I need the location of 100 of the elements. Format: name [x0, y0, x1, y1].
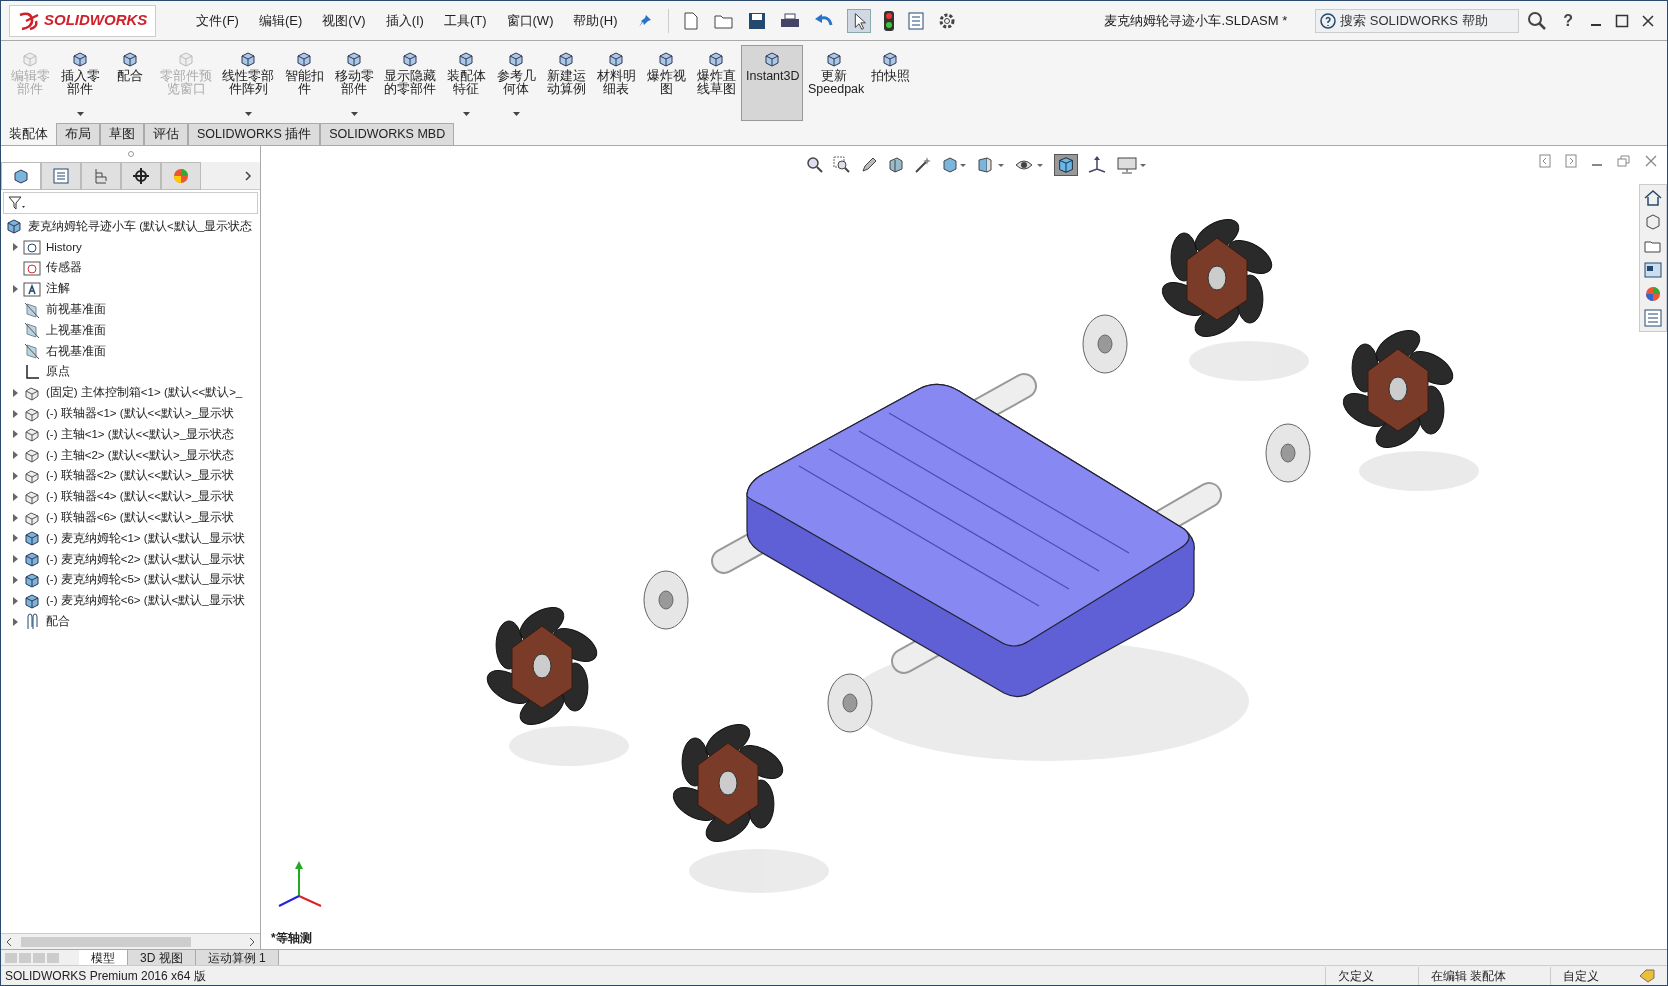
- traffic-light-icon[interactable]: [882, 9, 895, 32]
- ribbon-tab[interactable]: SOLIDWORKS 插件: [188, 123, 321, 145]
- horizontal-scrollbar-thumb[interactable]: [21, 936, 191, 947]
- section-view-icon[interactable]: [887, 156, 905, 174]
- expand-arrow-icon[interactable]: [12, 388, 18, 397]
- color-wheel-icon[interactable]: [1643, 284, 1663, 304]
- tree-item[interactable]: 右视基准面: [45, 342, 107, 360]
- display-style-icon[interactable]: [976, 156, 1006, 174]
- tree-item[interactable]: 前视基准面: [45, 300, 107, 319]
- ribbon-tab[interactable]: SOLIDWORKS MBD: [320, 123, 455, 145]
- menu-item[interactable]: 插入(I): [377, 6, 432, 35]
- expand-arrow-icon[interactable]: [12, 596, 18, 605]
- pencil-icon[interactable]: [860, 156, 878, 174]
- tree-item[interactable]: (-) 联轴器<2> (默认<<默认>_显示状: [45, 467, 236, 485]
- monitor-icon[interactable]: [1116, 156, 1148, 174]
- zoom-icon[interactable]: [806, 156, 824, 174]
- panel-icon[interactable]: [1643, 260, 1663, 280]
- property-tab[interactable]: [41, 161, 81, 190]
- expand-arrow-icon[interactable]: [12, 513, 18, 522]
- tree-item[interactable]: 麦克纳姆轮寻迹小车 (默认<默认_显示状态: [27, 217, 254, 235]
- cube-icon[interactable]: [1643, 212, 1663, 232]
- ribbon-button[interactable]: 爆炸直线草图: [691, 45, 741, 121]
- expand-arrow-icon[interactable]: [12, 409, 18, 418]
- expand-arrow-icon[interactable]: [12, 617, 18, 626]
- dimxpert-tab[interactable]: [121, 161, 161, 190]
- tree-item[interactable]: (-) 麦克纳姆轮<6> (默认<默认_显示状: [45, 592, 246, 610]
- cube-view-icon[interactable]: [941, 156, 967, 174]
- save-icon[interactable]: [746, 10, 767, 31]
- wand-icon[interactable]: [914, 156, 932, 174]
- home-icon[interactable]: [1643, 188, 1663, 208]
- axis-icon[interactable]: [1087, 155, 1107, 175]
- ribbon-button[interactable]: Instant3D: [741, 45, 803, 121]
- tag-icon[interactable]: [1639, 968, 1655, 983]
- menu-item[interactable]: 视图(V): [314, 6, 374, 35]
- expand-arrow-icon[interactable]: [12, 534, 18, 543]
- scroll-right-icon[interactable]: [248, 936, 256, 947]
- tree-item[interactable]: 配合: [45, 612, 71, 631]
- ribbon-button[interactable]: 新建运动算例: [541, 45, 591, 121]
- bottom-tab[interactable]: 运动算例 1: [195, 949, 279, 966]
- ribbon-button[interactable]: 拍快照: [865, 45, 915, 121]
- ribbon-button[interactable]: 参考几何体: [491, 45, 541, 121]
- filter-field[interactable]: [3, 192, 258, 214]
- ribbon-tab[interactable]: 评估: [144, 123, 188, 145]
- menu-item[interactable]: 工具(T): [435, 6, 495, 35]
- tree-item[interactable]: (-) 主轴<1> (默认<<默认>_显示状态: [45, 425, 236, 443]
- chevron-right-icon[interactable]: [244, 169, 252, 182]
- tree-item[interactable]: History: [45, 238, 83, 256]
- expand-arrow-icon[interactable]: [12, 575, 18, 584]
- tree-item[interactable]: (-) 麦克纳姆轮<5> (默认<默认_显示状: [45, 571, 246, 589]
- menu-item[interactable]: 窗口(W): [498, 6, 562, 35]
- expand-arrow-icon[interactable]: [12, 243, 18, 252]
- help-search-field[interactable]: 搜索 SOLIDWORKS 帮助: [1315, 8, 1520, 33]
- tree-item[interactable]: (-) 麦克纳姆轮<2> (默认<默认_显示状: [45, 550, 246, 568]
- ribbon-button[interactable]: 装配体特征: [441, 45, 491, 121]
- bottom-tab[interactable]: 模型: [79, 949, 128, 966]
- tree-item[interactable]: 上视基准面: [45, 321, 107, 339]
- pin-icon[interactable]: [637, 13, 652, 28]
- help-button[interactable]: ?: [1563, 8, 1573, 33]
- ribbon-button[interactable]: 爆炸视图: [641, 45, 691, 121]
- ribbon-button[interactable]: 移动零部件: [329, 45, 379, 121]
- tree-item[interactable]: 原点: [45, 363, 71, 381]
- tree-item[interactable]: (-) 主轴<2> (默认<<默认>_显示状态: [45, 446, 236, 464]
- expand-arrow-icon[interactable]: [12, 492, 18, 501]
- expand-arrow-icon[interactable]: [12, 555, 18, 564]
- ribbon-button[interactable]: 配合: [105, 45, 155, 121]
- ribbon-button[interactable]: 插入零部件: [55, 45, 105, 121]
- ribbon-button[interactable]: 显示隐藏的零部件: [379, 45, 441, 121]
- ribbon-tab[interactable]: 草图: [100, 123, 144, 145]
- list-icon[interactable]: [1643, 308, 1663, 328]
- app-logo[interactable]: SOLIDWORKS: [9, 4, 157, 37]
- tree-item[interactable]: (-) 麦克纳姆轮<1> (默认<默认_显示状: [45, 529, 246, 547]
- tree-item[interactable]: (-) 联轴器<1> (默认<<默认>_显示状: [45, 404, 236, 423]
- expand-arrow-icon[interactable]: [12, 284, 18, 293]
- menu-item[interactable]: 编辑(E): [250, 6, 311, 35]
- ribbon-button[interactable]: 智能扣件: [279, 45, 329, 121]
- panel-right-icon[interactable]: [1565, 154, 1577, 168]
- maximize-icon[interactable]: [1615, 13, 1629, 28]
- bottom-tab[interactable]: 3D 视图: [128, 949, 196, 966]
- tree-item[interactable]: (-) 联轴器<4> (默认<<默认>_显示状: [45, 488, 236, 506]
- ribbon-button[interactable]: 材料明细表: [591, 45, 641, 121]
- expand-arrow-icon[interactable]: [12, 451, 18, 460]
- zoom-area-icon[interactable]: [833, 156, 851, 174]
- search-icon[interactable]: [1527, 10, 1548, 31]
- panel-left-icon[interactable]: [1539, 154, 1551, 168]
- list-icon[interactable]: [906, 10, 925, 31]
- ribbon-button[interactable]: 线性零部件阵列: [217, 45, 279, 121]
- menu-item[interactable]: 帮助(H): [565, 6, 626, 35]
- feature-tree-tab[interactable]: [1, 161, 41, 190]
- cursor-icon[interactable]: [846, 8, 871, 33]
- close-icon[interactable]: [1641, 13, 1655, 28]
- scroll-left-icon[interactable]: [5, 936, 13, 947]
- tree-item[interactable]: 注解: [45, 280, 71, 298]
- expand-arrow-icon[interactable]: [12, 471, 18, 480]
- tree-item[interactable]: 传感器: [45, 259, 83, 277]
- menu-item[interactable]: 文件(F): [188, 6, 247, 35]
- ribbon-tab[interactable]: 布局: [56, 123, 100, 145]
- splitter-handle-icon[interactable]: [127, 151, 134, 157]
- ribbon-button[interactable]: 更新 Speedpak: [803, 45, 865, 121]
- tree-item[interactable]: (固定) 主体控制箱<1> (默认<<默认>_: [45, 384, 244, 402]
- cube-icon[interactable]: [1054, 154, 1078, 176]
